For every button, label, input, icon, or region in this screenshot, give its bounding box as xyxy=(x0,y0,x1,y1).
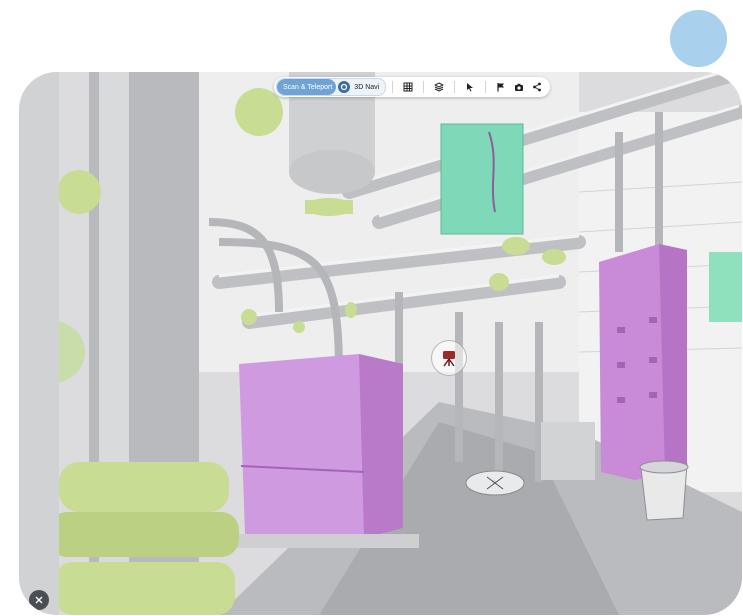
floor-target-cursor-icon xyxy=(465,470,525,496)
navigation-mode-toggle[interactable]: Scan & Teleport 3D Navi xyxy=(276,78,387,96)
mode-switch-icon[interactable] xyxy=(338,81,351,93)
toolbar-divider xyxy=(423,81,425,93)
viewer-toolbar: Scan & Teleport 3D Navi xyxy=(274,77,551,97)
close-icon xyxy=(35,596,43,604)
flag-icon[interactable] xyxy=(492,78,510,96)
point-cloud-viewer[interactable]: Scan & Teleport 3D Navi xyxy=(19,72,742,615)
pointer-icon[interactable] xyxy=(461,78,479,96)
toolbar-divider xyxy=(485,81,487,93)
toolbar-divider xyxy=(454,81,456,93)
camera-icon[interactable] xyxy=(510,78,528,96)
layers-icon[interactable] xyxy=(430,78,448,96)
point-cloud-scene[interactable] xyxy=(19,72,742,615)
toolbar-divider xyxy=(392,81,394,93)
scan-position-marker-icon[interactable] xyxy=(431,340,467,376)
close-button[interactable] xyxy=(29,590,49,610)
mode-3d-navi[interactable]: 3D Navi xyxy=(352,84,385,91)
corner-circle-decoration xyxy=(670,10,727,67)
grid-icon[interactable] xyxy=(399,78,417,96)
share-icon[interactable] xyxy=(528,78,546,96)
mode-scan-teleport[interactable]: Scan & Teleport xyxy=(277,79,337,95)
